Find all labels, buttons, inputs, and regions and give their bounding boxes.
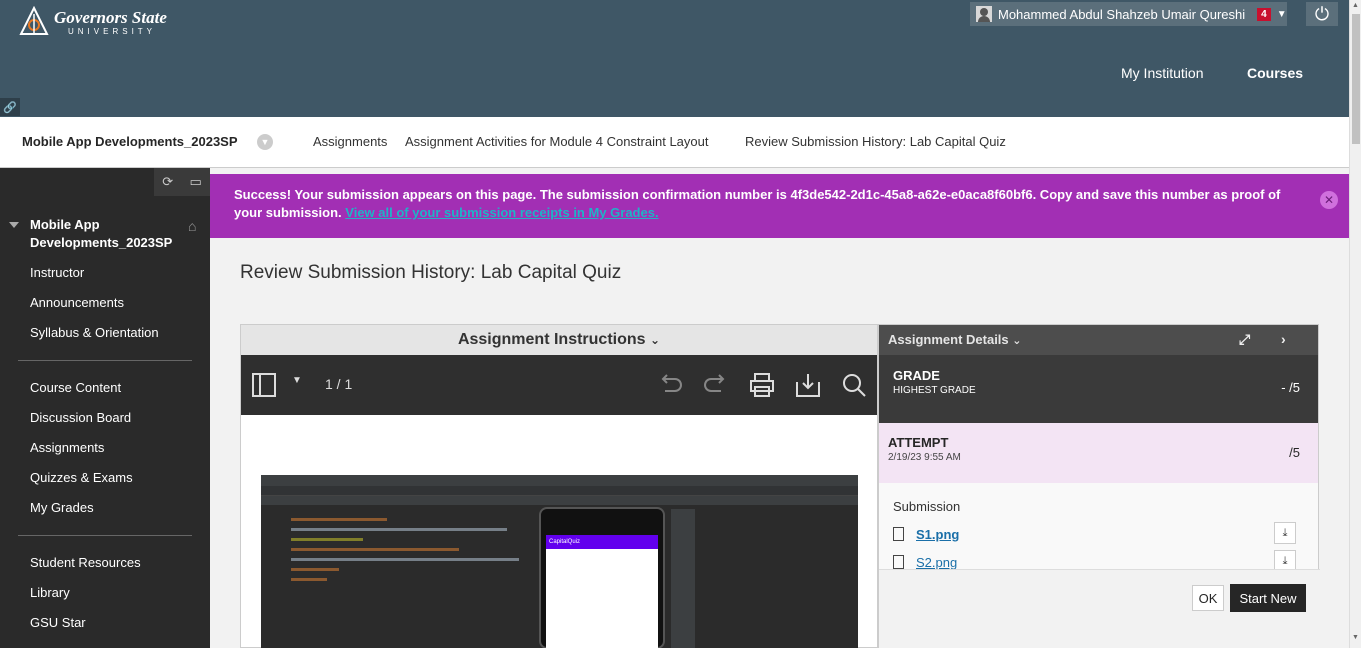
details-header[interactable]: Assignment Details ⌄ ⤢ › <box>879 325 1318 355</box>
caret-down-icon[interactable]: ▼ <box>292 375 302 386</box>
grade-sublabel: HIGHEST GRADE <box>893 385 976 396</box>
instruction-screenshot-image: CapitalQuiz <box>261 475 858 648</box>
attempt-row[interactable]: ATTEMPT 2/19/23 9:55 AM /5 <box>879 423 1318 483</box>
sidebar-item-syllabus[interactable]: Syllabus & Orientation <box>30 325 159 340</box>
page-count: 1 / 1 <box>325 376 353 392</box>
breadcrumb-current: Review Submission History: Lab Capital Q… <box>745 134 1006 149</box>
power-icon: ⏻ <box>1314 3 1330 24</box>
logo-title: Governors State <box>54 7 167 27</box>
chevron-down-icon: ▼ <box>1276 8 1287 20</box>
sidebar-item-instructor[interactable]: Instructor <box>30 265 84 280</box>
sidebar-item-my-grades[interactable]: My Grades <box>30 500 94 515</box>
pdf-toolbar: ▼ 1 / 1 <box>241 355 877 415</box>
download-icon[interactable] <box>795 372 821 398</box>
link-icon[interactable]: 🔗 <box>0 98 20 116</box>
chevron-down-icon: ▼ <box>260 137 270 147</box>
chevron-right-icon[interactable]: › <box>1281 331 1286 347</box>
sidebar-toggle-icon[interactable] <box>251 372 277 398</box>
breadcrumb: Mobile App Developments_2023SP ▼ Assignm… <box>0 117 1349 168</box>
sidebar-item-announcements[interactable]: Announcements <box>30 295 124 310</box>
close-icon[interactable]: ✕ <box>1320 191 1338 209</box>
sidebar-item-quizzes[interactable]: Quizzes & Exams <box>30 470 133 485</box>
logo-subtitle: UNIVERSITY <box>68 26 157 36</box>
tab-courses[interactable]: Courses <box>1247 65 1303 81</box>
grade-section: GRADE HIGHEST GRADE - /5 <box>879 355 1318 423</box>
divider <box>18 360 192 361</box>
instructions-panel: Assignment Instructions ⌄ ▼ 1 / 1 Capita… <box>240 324 878 648</box>
divider <box>18 535 192 536</box>
scroll-up-icon[interactable]: ▲ <box>1352 2 1359 9</box>
grade-value: - /5 <box>1281 380 1300 395</box>
assignment-details-panel: Assignment Details ⌄ ⤢ › GRADE HIGHEST G… <box>878 324 1320 648</box>
breadcrumb-module[interactable]: Assignment Activities for Module 4 Const… <box>405 134 708 149</box>
file-link[interactable]: S1.png <box>916 527 959 542</box>
page-scrollbar[interactable]: ▲ ▼ <box>1349 0 1361 648</box>
ok-button[interactable]: OK <box>1192 585 1224 611</box>
download-icon[interactable]: ⤓ <box>1274 522 1296 544</box>
phone-app-title: CapitalQuiz <box>546 535 658 549</box>
file-icon <box>893 555 904 569</box>
notification-badge: 4 <box>1257 7 1271 21</box>
refresh-icon[interactable]: ⟳ <box>162 174 173 190</box>
attempt-value: /5 <box>1289 445 1300 460</box>
file-link[interactable]: S2.png <box>916 555 957 570</box>
folder-icon[interactable]: ▭ <box>189 174 201 190</box>
course-menu-toggle[interactable]: ▼ <box>257 134 273 150</box>
user-name: Mohammed Abdul Shahzeb Umair Qureshi <box>998 6 1246 22</box>
file-icon <box>893 527 904 541</box>
course-menu-title[interactable]: Mobile App Developments_2023SP <box>30 216 180 252</box>
tab-my-institution[interactable]: My Institution <box>1121 65 1203 81</box>
sidebar-item-assignments[interactable]: Assignments <box>30 440 104 455</box>
redo-icon[interactable] <box>703 373 729 397</box>
sidebar-item-library[interactable]: Library <box>30 585 70 600</box>
phone-preview-image: CapitalQuiz <box>539 507 665 648</box>
sidebar-item-discussion-board[interactable]: Discussion Board <box>30 410 131 425</box>
page-title: Review Submission History: Lab Capital Q… <box>240 262 622 283</box>
breadcrumb-course[interactable]: Mobile App Developments_2023SP <box>22 134 238 149</box>
print-icon[interactable] <box>749 372 775 398</box>
global-header: Governors State UNIVERSITY Mohammed Abdu… <box>0 0 1349 117</box>
sidebar-item-course-content[interactable]: Course Content <box>30 380 121 395</box>
start-new-button[interactable]: Start New <box>1230 584 1306 612</box>
attempt-label: ATTEMPT <box>888 435 949 450</box>
breadcrumb-assignments[interactable]: Assignments <box>313 134 387 149</box>
attempt-date: 2/19/23 9:55 AM <box>888 452 961 463</box>
undo-icon[interactable] <box>657 373 683 397</box>
search-icon[interactable] <box>841 372 867 398</box>
action-bar: OK Start New <box>879 569 1320 648</box>
success-banner: Success! Your submission appears on this… <box>210 174 1349 238</box>
sidebar-item-gsu-star[interactable]: GSU Star <box>30 615 86 630</box>
university-logo[interactable]: Governors State UNIVERSITY <box>18 6 167 38</box>
sidebar-item-student-resources[interactable]: Student Resources <box>30 555 141 570</box>
collapse-triangle-icon[interactable] <box>9 222 19 228</box>
details-heading: Assignment Details <box>888 332 1009 347</box>
course-menu-tools: ⟳ ▭ <box>154 168 210 196</box>
submission-label: Submission <box>893 499 961 514</box>
file-item: S1.png ⤓ <box>893 520 1304 548</box>
chevron-down-icon: ⌄ <box>1012 335 1022 347</box>
course-menu: ⟳ ▭ Mobile App Developments_2023SP ⌂ Ins… <box>0 168 210 648</box>
avatar <box>976 6 992 22</box>
expand-icon[interactable]: ⤢ <box>1239 331 1250 348</box>
instructions-header[interactable]: Assignment Instructions ⌄ <box>241 325 877 355</box>
grade-label: GRADE <box>893 368 940 383</box>
logout-button[interactable]: ⏻ <box>1306 2 1338 26</box>
scrollbar-thumb[interactable] <box>1352 14 1360 144</box>
instructions-heading: Assignment Instructions <box>457 331 646 348</box>
scroll-down-icon[interactable]: ▼ <box>1352 634 1359 641</box>
receipts-link[interactable]: View all of your submission receipts in … <box>345 205 658 220</box>
home-icon[interactable]: ⌂ <box>188 218 196 234</box>
logo-emblem-icon <box>19 6 49 35</box>
content-area: Success! Your submission appears on this… <box>210 168 1349 648</box>
chevron-down-icon: ⌄ <box>649 333 661 347</box>
user-menu[interactable]: Mohammed Abdul Shahzeb Umair Qureshi 4 ▼ <box>970 2 1287 26</box>
